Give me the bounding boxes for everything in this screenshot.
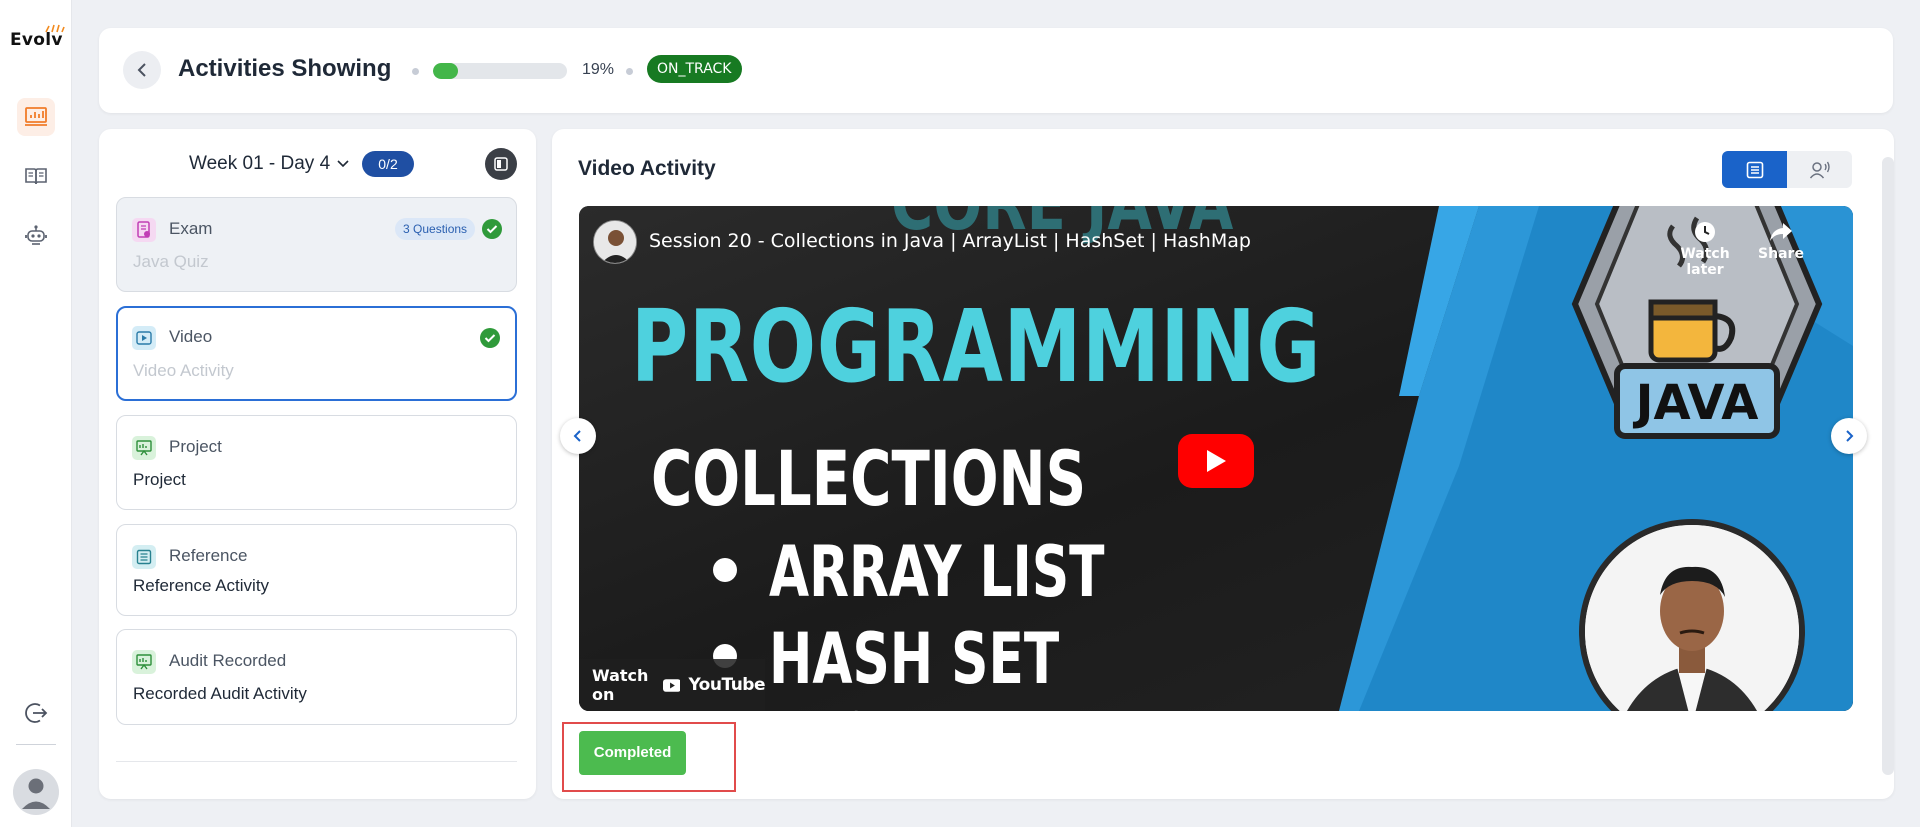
- thumbnail-heading: PROGRAMMING: [631, 288, 1322, 405]
- play-icon: [1207, 450, 1226, 472]
- exam-icon: [132, 218, 156, 242]
- header-card: Activities Showing 19% ON_TRACK: [99, 28, 1893, 113]
- thumbnail-list-item: HASH SET: [769, 618, 1060, 700]
- status-badge: ON_TRACK: [647, 55, 742, 83]
- chevron-right-icon: [1846, 430, 1854, 442]
- view-toggle: [1722, 151, 1852, 188]
- channel-avatar[interactable]: [593, 220, 637, 264]
- activity-content-panel: Video Activity PROGRAMMING COLLECTIONS A…: [552, 129, 1894, 799]
- logo-spark-icon: [45, 24, 65, 33]
- check-circle-icon: [480, 328, 500, 348]
- share-arrow-icon: [1770, 223, 1792, 241]
- book-open-icon: [25, 168, 47, 185]
- video-player[interactable]: CORE JAVA PROGRAMMING COLLECTIONS ARRAY …: [579, 206, 1853, 711]
- youtube-logo-icon: [662, 678, 681, 692]
- document-list-icon: [132, 545, 156, 569]
- thumbnail-list-item: HASH MAP: [769, 700, 1036, 711]
- project-board-icon: [132, 436, 156, 460]
- project-board-icon: [132, 650, 156, 674]
- activity-list-panel: Week 01 - Day 4 0/2 Exam 3 Questions Jav…: [99, 129, 536, 799]
- user-avatar[interactable]: [13, 769, 59, 815]
- activity-subtitle: Reference Activity: [133, 576, 270, 595]
- rail-divider: [16, 744, 56, 745]
- logo-text: Evolv: [10, 30, 63, 50]
- chevron-left-icon: [137, 63, 146, 77]
- left-rail: Evolv: [0, 0, 72, 827]
- activity-type: Video: [169, 327, 213, 346]
- activity-subtitle: Recorded Audit Activity: [133, 684, 307, 703]
- java-logo-text: JAVA: [1633, 375, 1759, 431]
- logout-button[interactable]: [17, 694, 55, 732]
- activity-item-project[interactable]: Project Project: [116, 415, 517, 510]
- app-logo[interactable]: Evolv: [10, 24, 65, 50]
- previous-activity-button[interactable]: [560, 418, 596, 454]
- activity-type: Reference: [169, 546, 248, 565]
- activity-type: Project: [169, 437, 222, 456]
- thumbnail-subheading: COLLECTIONS: [651, 434, 1087, 523]
- progress-bar: [433, 63, 567, 79]
- week-selector[interactable]: Week 01 - Day 4: [189, 153, 350, 175]
- video-title[interactable]: Session 20 - Collections in Java | Array…: [649, 230, 1251, 252]
- watch-on-youtube-button[interactable]: Watch on YouTube: [579, 659, 765, 711]
- presentation-chart-icon: [25, 107, 47, 126]
- nav-dashboard-button[interactable]: [17, 98, 55, 136]
- check-circle-icon: [482, 219, 502, 239]
- video-play-icon: [132, 326, 156, 350]
- activity-item-reference[interactable]: Reference Reference Activity: [116, 524, 517, 616]
- document-view-button[interactable]: [1722, 151, 1787, 188]
- week-progress-badge: 0/2: [362, 151, 414, 177]
- watch-later-button[interactable]: Watch later: [1665, 220, 1745, 278]
- nav-assistant-button[interactable]: [17, 216, 55, 254]
- progress-percent: 19%: [582, 61, 615, 78]
- next-activity-button[interactable]: [1831, 418, 1867, 454]
- chevron-left-icon: [573, 430, 581, 442]
- collapse-panel-button[interactable]: [485, 148, 517, 180]
- activity-item-video[interactable]: Video Video Activity: [116, 306, 517, 401]
- activity-type: Audit Recorded: [169, 651, 287, 670]
- nav-courses-button[interactable]: [17, 157, 55, 195]
- completed-button[interactable]: Completed: [579, 731, 686, 775]
- bullet: [713, 558, 737, 582]
- activity-item-audit-recorded[interactable]: Audit Recorded Recorded Audit Activity: [116, 629, 517, 725]
- separator-dot: [412, 68, 419, 75]
- back-button[interactable]: [123, 51, 161, 89]
- play-button[interactable]: [1178, 434, 1254, 488]
- thumbnail-list-item: ARRAY LIST: [769, 531, 1105, 613]
- questions-badge: 3 Questions: [395, 218, 476, 240]
- document-view-icon: [1746, 161, 1763, 178]
- voice-user-icon: [1809, 161, 1830, 178]
- sidebar-toggle-icon: [494, 157, 508, 171]
- user-icon: [13, 769, 59, 815]
- page-title: Activities Showing: [178, 55, 392, 82]
- share-label: Share: [1758, 246, 1804, 262]
- clock-icon: [1695, 222, 1715, 242]
- activity-type: Exam: [169, 219, 213, 238]
- separator-dot: [626, 68, 633, 75]
- activity-subtitle: Video Activity: [133, 361, 234, 380]
- content-scrollbar[interactable]: [1882, 157, 1894, 775]
- voice-view-button[interactable]: [1787, 151, 1852, 188]
- week-title: Week 01 - Day 4: [189, 153, 331, 174]
- activity-subtitle: Java Quiz: [133, 252, 209, 271]
- activity-item-exam[interactable]: Exam 3 Questions Java Quiz: [116, 197, 517, 292]
- robot-icon: [25, 225, 47, 245]
- logout-icon: [25, 703, 48, 723]
- youtube-wordmark: YouTube: [688, 675, 765, 695]
- section-title: Video Activity: [578, 157, 716, 180]
- panel-divider: [116, 761, 517, 762]
- chevron-down-icon: [337, 160, 349, 168]
- watch-on-label: Watch on: [592, 666, 649, 704]
- activity-subtitle: Project: [133, 470, 186, 489]
- progress-fill: [433, 63, 459, 79]
- watch-later-label: Watch later: [1680, 246, 1730, 278]
- share-button[interactable]: Share: [1751, 220, 1811, 262]
